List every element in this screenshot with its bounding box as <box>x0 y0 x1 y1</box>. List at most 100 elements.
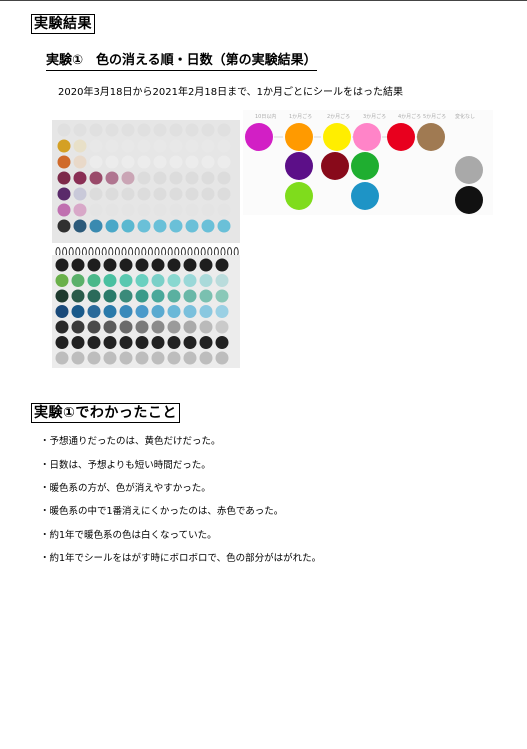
top-rule <box>0 0 527 1</box>
sticker-dot <box>71 289 85 303</box>
sticker-dot <box>199 258 213 272</box>
sticker-dot <box>199 289 213 303</box>
sticker-dot <box>185 123 199 137</box>
sticker-dot <box>215 258 229 272</box>
finding-item: ・日数は、予想よりも短い時間だった。 <box>40 460 211 471</box>
sticker-dot <box>135 289 149 303</box>
sticker-dot <box>153 155 167 169</box>
sticker-dot <box>217 219 231 233</box>
dot-red <box>387 123 415 151</box>
sticker-dot <box>201 123 215 137</box>
sticker-dot <box>87 274 101 287</box>
sticker-dot <box>103 336 117 349</box>
sticker-dot <box>89 155 103 169</box>
sticker-dot <box>87 258 101 272</box>
finding-item: ・暖色系の方が、色が消えやすかった。 <box>40 483 211 494</box>
sticker-dot <box>119 289 133 303</box>
sticker-dot <box>105 155 119 169</box>
sticker-dot <box>87 289 101 303</box>
sticker-dot <box>167 320 181 334</box>
sticker-dot <box>73 171 87 185</box>
sticker-dot <box>201 187 215 201</box>
color-order-photo: 10日以内 1か月ごろ 2か月ごろ 3か月ごろ 4か月ごろ 5か月ごろ 変化なし <box>243 110 493 215</box>
sticker-dot <box>217 187 231 201</box>
sticker-dot <box>73 123 87 137</box>
sticker-dot <box>201 139 215 153</box>
label-nochange: 変化なし <box>455 114 476 120</box>
sticker-dot <box>151 351 165 365</box>
sticker-dot <box>183 305 197 318</box>
sticker-dot <box>105 123 119 137</box>
sticker-dot <box>55 258 69 272</box>
sticker-dot <box>73 187 87 201</box>
sticker-dot <box>199 320 213 334</box>
sticker-dot <box>167 351 181 365</box>
sticker-dot <box>151 258 165 272</box>
sticker-dot <box>103 258 117 272</box>
sticker-dot <box>57 219 71 233</box>
dot-brown <box>417 123 445 151</box>
sticker-dot <box>201 171 215 185</box>
sticker-dot <box>105 203 119 217</box>
sticker-dot <box>55 336 69 349</box>
dot-gray <box>455 156 483 184</box>
sticker-dot <box>103 274 117 287</box>
dot-blue <box>351 182 379 210</box>
sticker-dot <box>71 351 85 365</box>
sticker-dot <box>87 336 101 349</box>
sticker-dot <box>185 139 199 153</box>
dot-yellow-green <box>285 182 313 210</box>
sticker-dot <box>89 139 103 153</box>
sticker-dot <box>215 336 229 349</box>
sticker-dot <box>153 187 167 201</box>
sticker-dot <box>185 203 199 217</box>
label-5month: 5か月ごろ <box>423 114 447 120</box>
sticker-dot <box>119 258 133 272</box>
sticker-dot <box>169 171 183 185</box>
label-2month: 2か月ごろ <box>327 114 351 120</box>
sticker-dot <box>121 219 135 233</box>
sticker-dot <box>167 258 181 272</box>
sticker-dot <box>217 139 231 153</box>
sticker-dot <box>153 203 167 217</box>
sticker-dot <box>121 203 135 217</box>
sticker-dot <box>87 320 101 334</box>
sticker-dot <box>135 351 149 365</box>
sticker-dot <box>121 187 135 201</box>
dot-green <box>351 152 379 180</box>
sticker-dot <box>119 351 133 365</box>
sticker-dot <box>215 274 229 287</box>
sticker-dot <box>151 289 165 303</box>
sticker-dot <box>167 274 181 287</box>
sticker-dot <box>103 351 117 365</box>
sticker-dot <box>71 258 85 272</box>
sticker-dot <box>199 305 213 318</box>
sticker-dot <box>55 351 69 365</box>
sticker-dot <box>55 274 69 287</box>
label-10days: 10日以内 <box>255 114 277 120</box>
sticker-dot <box>103 289 117 303</box>
sticker-dot <box>121 123 135 137</box>
sticker-photo-bottom <box>52 255 240 368</box>
sticker-dot <box>89 123 103 137</box>
sticker-dot <box>105 139 119 153</box>
sticker-dot <box>201 155 215 169</box>
dot-magenta <box>245 123 273 151</box>
sticker-dot <box>57 139 71 153</box>
sticker-dot <box>199 274 213 287</box>
sticker-dot <box>135 258 149 272</box>
dot-purple <box>285 152 313 180</box>
sticker-dot <box>215 305 229 318</box>
dot-orange <box>285 123 313 151</box>
section-heading-findings: 実験①でわかったこと <box>31 403 180 423</box>
sticker-dot <box>135 320 149 334</box>
section-heading-results: 実験結果 <box>31 14 95 34</box>
sticker-dot <box>153 123 167 137</box>
dot-yellow <box>323 123 351 151</box>
sticker-dot <box>217 171 231 185</box>
sticker-dot <box>137 187 151 201</box>
sticker-dot <box>201 203 215 217</box>
sticker-dot <box>137 171 151 185</box>
sticker-dot <box>73 155 87 169</box>
sticker-dot <box>153 171 167 185</box>
